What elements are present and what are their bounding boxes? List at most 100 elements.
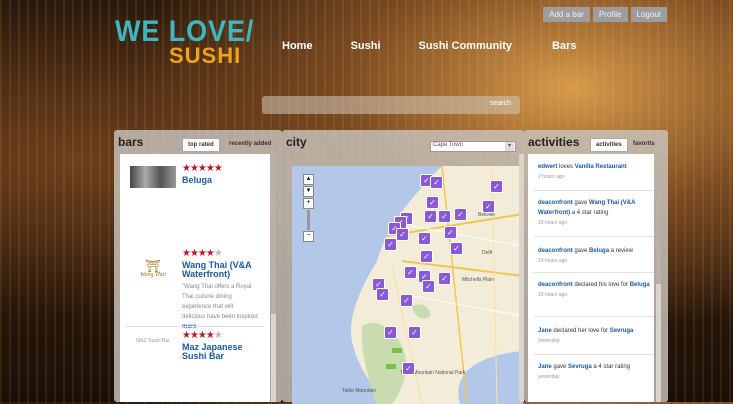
map-label-table-mountain: Table Mountain	[342, 388, 376, 394]
map-pin[interactable]: ✓	[482, 200, 495, 213]
activity-suffix: a review	[609, 248, 634, 254]
map-marker-green[interactable]	[392, 348, 402, 353]
bars-list: ★★★★★ Beluga ⛩ Wang Thai ★★★★★ Wang Thai…	[120, 154, 270, 402]
activity-user[interactable]: edwert	[538, 164, 557, 170]
city-select-value: Cape Town	[433, 142, 463, 148]
city-map[interactable]: Bellville Delft Mitchells Plain Table Mo…	[292, 166, 523, 404]
bar-name[interactable]: Wang Thai (V&A Waterfront)	[182, 261, 266, 279]
bars-scrollbar[interactable]	[271, 154, 276, 402]
nav-bars[interactable]: Bars	[552, 40, 576, 52]
bar-logo-text: Wang Thai	[140, 272, 166, 278]
city-panel-title: city	[286, 135, 307, 149]
activity-time: 19 hours ago	[538, 258, 568, 264]
city-select[interactable]: Cape Town ▾	[430, 141, 516, 152]
map-pin[interactable]: ✓	[438, 210, 451, 223]
pan-down-icon[interactable]: ▾	[303, 186, 314, 197]
map-pin[interactable]: ✓	[402, 362, 415, 375]
list-item[interactable]: ⛩ Wang Thai ★★★★★ Wang Thai (V&A Waterfr…	[120, 244, 262, 330]
nav-home[interactable]: Home	[282, 40, 313, 52]
map-pin[interactable]: ✓	[376, 288, 389, 301]
activity-target[interactable]: Sevruga	[610, 328, 634, 334]
zoom-slider[interactable]	[307, 210, 310, 230]
map-pin[interactable]: ✓	[426, 196, 439, 209]
map-pin[interactable]: ✓	[408, 326, 421, 339]
page: Add a bar Profile Logout WE LOVE/ SUSHI …	[0, 0, 733, 404]
bars-panel: bars top rated recently added ★★★★★ Belu…	[114, 130, 282, 402]
activity-user[interactable]: deaconfront	[538, 248, 573, 254]
chevron-down-icon[interactable]: ▾	[505, 142, 514, 151]
activities-scrollbar[interactable]	[656, 154, 661, 402]
search-input[interactable]	[266, 98, 490, 114]
activities-panel: activities activities favorits edwert lo…	[524, 130, 668, 402]
activity-action: gave	[572, 248, 590, 254]
activity-item: deaconfront declared his love for Beluga…	[538, 280, 650, 300]
activity-user[interactable]: Jane	[538, 364, 552, 370]
map-pin[interactable]: ✓	[490, 180, 503, 193]
bar-description-text: "Wang Thai offers a Royal Thai cuisine d…	[182, 284, 258, 320]
site-logo[interactable]: WE LOVE/ SUSHI	[115, 17, 270, 67]
activity-target[interactable]: Beluga	[630, 282, 650, 288]
map-pin[interactable]: ✓	[418, 232, 431, 245]
map-marker-green[interactable]	[386, 364, 396, 369]
zoom-out-icon[interactable]: −	[303, 231, 314, 242]
map-pin[interactable]: ✓	[450, 242, 463, 255]
activity-time: 2 hours ago	[538, 174, 565, 180]
map-pin[interactable]: ✓	[430, 176, 443, 189]
map-pin[interactable]: ✓	[424, 210, 437, 223]
bars-scrollbar-thumb[interactable]	[271, 154, 276, 314]
activity-action: loves	[557, 164, 575, 170]
bars-panel-title: bars	[118, 135, 144, 149]
logo-line-1: WE LOVE/	[115, 15, 255, 48]
logout-button[interactable]: Logout	[630, 7, 667, 22]
nav-sushi[interactable]: Sushi	[351, 40, 381, 52]
activity-time: 19 hours ago	[538, 220, 568, 226]
activity-time: yesterday	[538, 374, 560, 380]
activity-target[interactable]: Beluga	[589, 248, 609, 254]
map-pin[interactable]: ✓	[384, 326, 397, 339]
tab-activities[interactable]: activities	[590, 138, 628, 152]
activity-target[interactable]: Vanilla Restaurant	[575, 164, 627, 170]
list-item[interactable]: ★★★★★ Beluga	[120, 154, 262, 244]
map-pin[interactable]: ✓	[420, 250, 433, 263]
map-pin[interactable]: ✓	[400, 294, 413, 307]
activity-time: 19 hours ago	[538, 292, 568, 298]
bar-photo	[130, 166, 176, 188]
activities-scrollbar-thumb[interactable]	[656, 154, 661, 284]
map-pin[interactable]: ✓	[396, 228, 409, 241]
bar-name[interactable]: Maz Japanese Sushi Bar	[182, 343, 262, 361]
tab-recently-added[interactable]: recently added	[224, 138, 276, 150]
map-pin[interactable]: ✓	[444, 226, 457, 239]
map-pin[interactable]: ✓	[404, 266, 417, 279]
divider	[534, 272, 654, 273]
activity-user[interactable]: deaconfront	[538, 282, 573, 288]
activity-action: declared his love for	[572, 282, 630, 288]
map-pin[interactable]: ✓	[454, 208, 467, 221]
activity-action: declared her love for	[551, 328, 610, 334]
rating-stars: ★★★★★	[182, 248, 223, 259]
activity-suffix: a 4 star rating	[591, 364, 631, 370]
city-panel: city Cape Town ▾ Bellville Delft Mitchel…	[282, 130, 524, 404]
bar-name[interactable]: Beluga	[182, 176, 212, 185]
nav-sushi-community[interactable]: Sushi Community	[419, 40, 513, 52]
search-bar: search	[262, 96, 520, 114]
add-bar-button[interactable]: Add a bar	[543, 7, 590, 22]
zoom-in-icon[interactable]: +	[303, 198, 314, 209]
activity-user[interactable]: Jane	[538, 328, 552, 334]
activity-suffix: a 4 star rating	[570, 210, 609, 216]
tab-favorits[interactable]: favorits	[628, 138, 660, 150]
map-pin[interactable]: ✓	[422, 280, 435, 293]
map-pin[interactable]: ✓	[438, 272, 451, 285]
activity-item: Jane declared her love for Sevruga yeste…	[538, 326, 650, 346]
pan-up-icon[interactable]: ▴	[303, 174, 314, 185]
rating-stars: ★★★★★	[182, 163, 223, 174]
map-zoom-controls: ▴ ▾ + −	[303, 174, 314, 243]
profile-button[interactable]: Profile	[592, 7, 628, 22]
activity-target[interactable]: Sevruga	[568, 364, 592, 370]
activity-user[interactable]: deaconfront	[538, 200, 573, 206]
map-pin[interactable]: ✓	[384, 238, 397, 251]
tab-top-rated[interactable]: top rated	[182, 138, 220, 152]
account-links: Add a bar Profile Logout	[543, 7, 667, 22]
search-button[interactable]: search	[484, 99, 517, 108]
list-item[interactable]: MAZ Sushi Bar ★★★★★ Maz Japanese Sushi B…	[120, 326, 262, 402]
star-empty: ★	[213, 330, 223, 341]
